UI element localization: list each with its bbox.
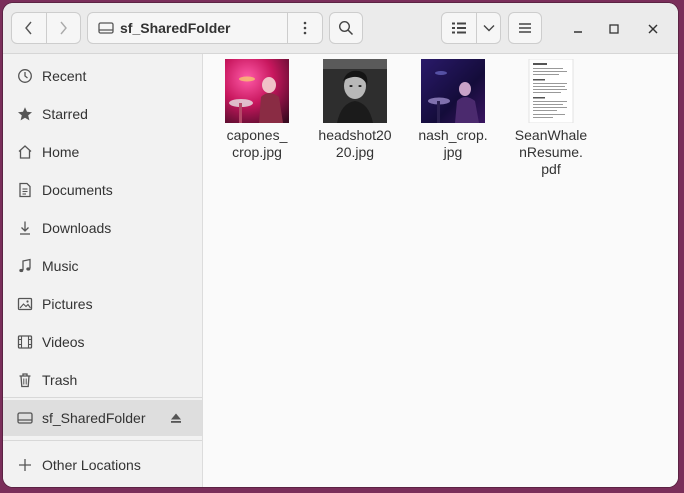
sidebar-item-trash[interactable]: Trash bbox=[3, 362, 202, 398]
sidebar-item-label: Trash bbox=[42, 372, 78, 388]
maximize-icon bbox=[609, 24, 619, 34]
sidebar-divider bbox=[3, 397, 202, 398]
clock-icon bbox=[18, 69, 32, 83]
file-item[interactable]: SeanWhale nResume. pdf bbox=[508, 59, 594, 178]
sidebar-item-label: Documents bbox=[42, 182, 113, 198]
path-bar[interactable]: sf_SharedFolder bbox=[87, 12, 323, 44]
path-menu-button[interactable] bbox=[287, 13, 322, 43]
sidebar-item-label: Music bbox=[42, 258, 79, 274]
music-icon bbox=[19, 258, 31, 273]
chevron-right-icon bbox=[60, 21, 68, 35]
sidebar-item-documents[interactable]: Documents bbox=[3, 172, 202, 208]
sidebar-item-label: Pictures bbox=[42, 296, 93, 312]
main-menu-button[interactable] bbox=[508, 12, 542, 44]
image-thumbnail bbox=[421, 59, 485, 123]
file-name: capones_ crop.jpg bbox=[226, 127, 288, 160]
list-view-icon bbox=[452, 22, 466, 34]
sidebar-item-shared-folder[interactable]: sf_SharedFolder bbox=[3, 400, 202, 436]
sidebar-item-label: sf_SharedFolder bbox=[42, 410, 146, 426]
home-icon bbox=[18, 145, 32, 159]
maximize-button[interactable] bbox=[602, 17, 626, 41]
sidebar-item-label: Recent bbox=[42, 68, 87, 84]
current-folder-label[interactable]: sf_SharedFolder bbox=[120, 20, 287, 36]
minimize-icon bbox=[574, 31, 582, 33]
document-icon bbox=[19, 182, 31, 198]
view-options bbox=[441, 12, 501, 44]
back-button[interactable] bbox=[12, 13, 46, 43]
sidebar-item-downloads[interactable]: Downloads bbox=[3, 210, 202, 246]
file-name: nash_crop. jpg bbox=[418, 127, 488, 160]
hamburger-menu-icon bbox=[519, 23, 531, 33]
trash-icon bbox=[19, 373, 31, 388]
sidebar-item-label: Home bbox=[42, 144, 80, 160]
sidebar-item-label: Downloads bbox=[42, 220, 112, 236]
minimize-button[interactable] bbox=[566, 17, 590, 41]
file-item[interactable]: headshot20 20.jpg bbox=[312, 59, 398, 161]
picture-icon bbox=[17, 297, 33, 311]
plus-icon bbox=[19, 459, 31, 471]
chevron-left-icon bbox=[24, 21, 32, 35]
download-icon bbox=[20, 221, 30, 235]
pdf-thumbnail bbox=[528, 59, 574, 123]
kebab-menu-icon bbox=[303, 21, 307, 35]
close-icon bbox=[648, 24, 658, 34]
navigation-buttons bbox=[11, 12, 81, 44]
search-button[interactable] bbox=[329, 12, 363, 44]
star-icon bbox=[18, 107, 32, 121]
file-name: SeanWhale nResume. pdf bbox=[514, 127, 588, 177]
sidebar: Recent Starred Home Documents Downloads … bbox=[3, 54, 203, 487]
sidebar-divider bbox=[3, 440, 202, 441]
image-thumbnail bbox=[225, 59, 289, 123]
close-button[interactable] bbox=[641, 17, 665, 41]
drive-icon bbox=[98, 22, 114, 34]
sidebar-item-recent[interactable]: Recent bbox=[3, 58, 202, 94]
sidebar-item-label: Other Locations bbox=[42, 457, 141, 473]
list-view-button[interactable] bbox=[442, 13, 476, 43]
forward-button[interactable] bbox=[45, 13, 81, 43]
chevron-down-icon bbox=[483, 25, 494, 32]
sidebar-item-label: Videos bbox=[42, 334, 85, 350]
file-item[interactable]: capones_ crop.jpg bbox=[214, 59, 300, 161]
sidebar-item-home[interactable]: Home bbox=[3, 134, 202, 170]
video-icon bbox=[17, 335, 33, 349]
image-thumbnail bbox=[323, 59, 387, 123]
header-bar: sf_SharedFolder bbox=[3, 3, 678, 54]
sidebar-item-starred[interactable]: Starred bbox=[3, 96, 202, 132]
drive-icon bbox=[17, 412, 33, 424]
file-manager-window: sf_SharedFolder Recent Starred Home Docu… bbox=[3, 3, 678, 487]
sidebar-item-pictures[interactable]: Pictures bbox=[3, 286, 202, 322]
file-view: capones_ crop.jpg headshot20 20.jpg nash… bbox=[203, 54, 678, 487]
view-menu-button[interactable] bbox=[476, 13, 500, 43]
file-item[interactable]: nash_crop. jpg bbox=[410, 59, 496, 161]
search-icon bbox=[338, 20, 354, 36]
eject-icon[interactable] bbox=[170, 412, 182, 424]
sidebar-item-other-locations[interactable]: Other Locations bbox=[3, 447, 202, 483]
sidebar-item-videos[interactable]: Videos bbox=[3, 324, 202, 360]
sidebar-item-label: Starred bbox=[42, 106, 88, 122]
sidebar-item-music[interactable]: Music bbox=[3, 248, 202, 284]
file-name: headshot20 20.jpg bbox=[318, 127, 392, 160]
